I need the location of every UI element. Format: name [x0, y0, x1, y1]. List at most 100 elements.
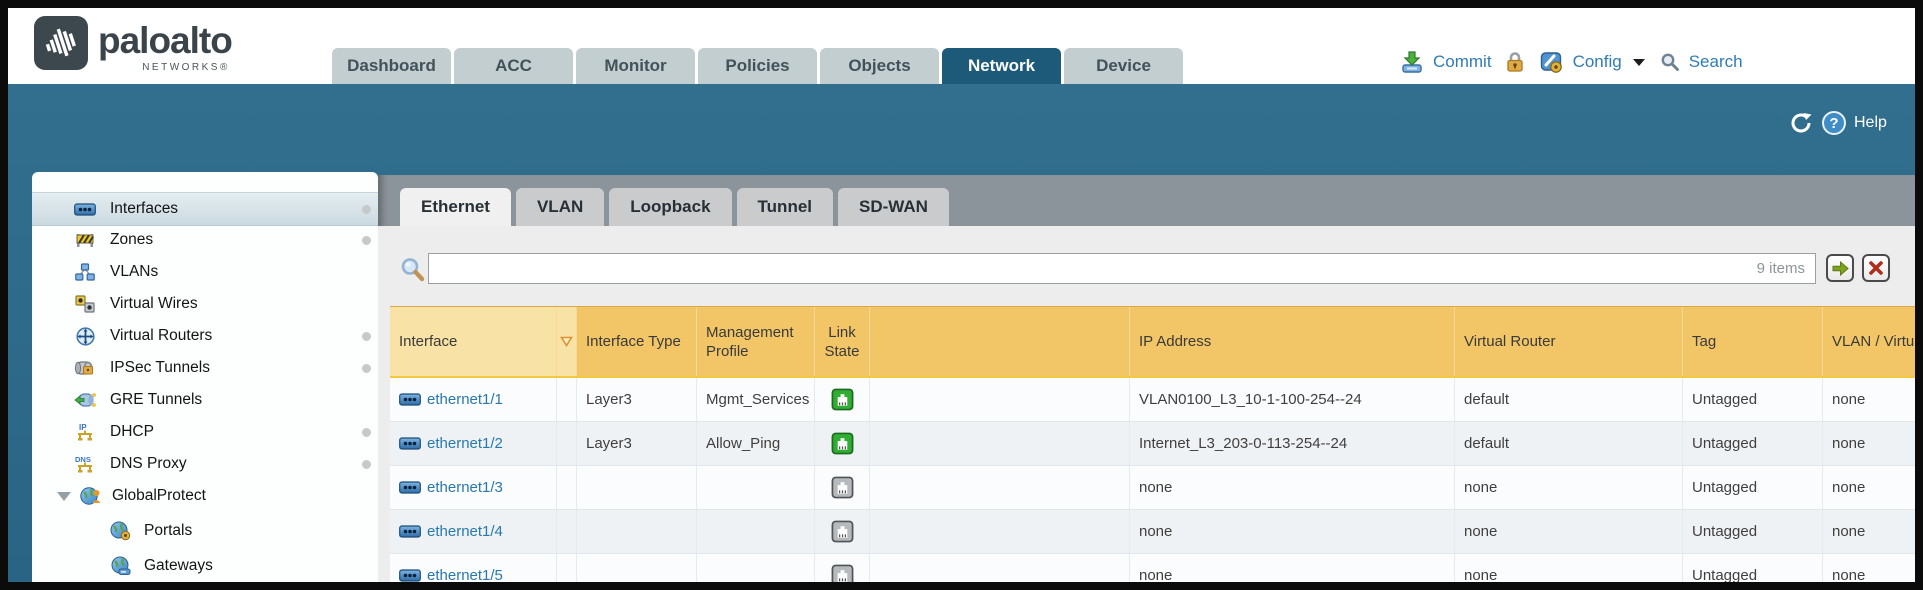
mgmt-profile-cell	[697, 466, 815, 509]
interface-link[interactable]: ethernet1/1	[427, 391, 503, 408]
link-state-icon	[831, 520, 854, 543]
interface-type-cell: Layer3	[577, 422, 697, 465]
subtab-sdwan[interactable]: SD-WAN	[838, 188, 949, 226]
config-button[interactable]: Config	[1573, 52, 1622, 72]
items-count: 9 items	[1757, 260, 1805, 277]
tab-acc[interactable]: ACC	[454, 48, 573, 84]
search-button[interactable]: Search	[1689, 52, 1743, 72]
tab-network[interactable]: Network	[942, 48, 1061, 84]
interface-cell: ethernet1/3	[390, 466, 557, 509]
subtab-vlan[interactable]: VLAN	[516, 188, 604, 226]
sort-cell	[557, 378, 577, 421]
page: paloalto NETWORKS® Dashboard ACC Monitor…	[8, 8, 1915, 582]
table-header-row: Interface Interface Type Management Prof…	[390, 306, 1915, 378]
tab-policies[interactable]: Policies	[698, 48, 817, 84]
gre-tunnels-icon	[74, 390, 96, 410]
virtual-router-cell: default	[1455, 422, 1683, 465]
column-sort-dropdown[interactable]	[557, 307, 577, 376]
main-content: Ethernet VLAN Loopback Tunnel SD-WAN 9 i…	[378, 175, 1915, 582]
status-dot	[362, 460, 371, 469]
sort-cell	[557, 554, 577, 582]
mgmt-profile-cell	[697, 510, 815, 553]
sidebar-item-interfaces[interactable]: Interfaces	[32, 192, 378, 226]
refresh-icon[interactable]	[1788, 110, 1814, 136]
link-state-icon	[831, 388, 854, 411]
sidebar-label: IPSec Tunnels	[110, 359, 210, 377]
filter-input[interactable]	[433, 256, 1727, 282]
subtab-tunnel[interactable]: Tunnel	[737, 188, 833, 226]
interface-link[interactable]: ethernet1/3	[427, 479, 503, 496]
red-x-icon	[1869, 261, 1883, 275]
tag-cell: Untagged	[1683, 422, 1823, 465]
sidebar-item-vlans[interactable]: VLANs	[32, 256, 378, 288]
sidebar-label: Portals	[144, 522, 192, 540]
interface-link[interactable]: ethernet1/5	[427, 567, 503, 582]
sidebar-item-gre-tunnels[interactable]: GRE Tunnels	[32, 384, 378, 416]
apply-filter-button[interactable]	[1826, 254, 1854, 282]
ipsec-tunnels-icon	[74, 358, 96, 378]
brand-subtitle: NETWORKS®	[142, 62, 230, 73]
svg-text:DNS: DNS	[75, 455, 91, 464]
table-row: ethernet1/5 none none Untagged none	[390, 554, 1915, 582]
ip-address-cell: none	[1130, 554, 1455, 582]
sort-cell	[557, 466, 577, 509]
sidebar-item-gateways[interactable]: Gateways	[32, 550, 378, 582]
column-header-ip-address[interactable]: IP Address	[1130, 307, 1455, 376]
clear-filter-button[interactable]	[1862, 254, 1890, 282]
expander-triangle-icon[interactable]	[57, 492, 71, 501]
vlan-wire-cell: none	[1823, 466, 1915, 509]
column-header-link-state[interactable]: Link State	[815, 307, 870, 376]
help-icon[interactable]: ?	[1822, 111, 1846, 135]
interface-icon	[399, 525, 421, 538]
interface-link[interactable]: ethernet1/4	[427, 523, 503, 540]
ip-address-cell: Internet_L3_203-0-113-254--24	[1130, 422, 1455, 465]
virtual-router-cell: none	[1455, 554, 1683, 582]
help-label[interactable]: Help	[1854, 114, 1887, 132]
column-header-management-profile[interactable]: Management Profile	[697, 307, 815, 376]
tab-monitor[interactable]: Monitor	[576, 48, 695, 84]
top-header-bar: paloalto NETWORKS® Dashboard ACC Monitor…	[8, 8, 1915, 84]
column-header-tag[interactable]: Tag	[1683, 307, 1823, 376]
sidebar-item-virtual-wires[interactable]: Virtual Wires	[32, 288, 378, 320]
dns-proxy-icon: DNS	[74, 454, 96, 474]
lock-icon[interactable]	[1505, 51, 1525, 73]
sidebar-item-portals[interactable]: Portals	[32, 515, 378, 547]
sidebar-item-ipsec-tunnels[interactable]: IPSec Tunnels	[32, 352, 378, 384]
interface-type-cell	[577, 466, 697, 509]
tab-dashboard[interactable]: Dashboard	[332, 48, 451, 84]
interface-type-cell: Layer3	[577, 378, 697, 421]
virtual-routers-icon	[74, 326, 96, 346]
column-header-interface[interactable]: Interface	[390, 307, 557, 376]
status-dot	[362, 332, 371, 341]
portals-icon	[109, 521, 131, 541]
chevron-down-icon[interactable]	[1633, 59, 1645, 66]
sidebar-item-dns-proxy[interactable]: DNS DNS Proxy	[32, 448, 378, 480]
tab-objects[interactable]: Objects	[820, 48, 939, 84]
sidebar-item-zones[interactable]: Zones	[32, 224, 378, 256]
tab-device[interactable]: Device	[1064, 48, 1183, 84]
status-dot	[362, 236, 371, 245]
column-header-virtual-router[interactable]: Virtual Router	[1455, 307, 1683, 376]
commit-button[interactable]: Commit	[1433, 52, 1492, 72]
vlan-wire-cell: none	[1823, 378, 1915, 421]
subtab-ethernet[interactable]: Ethernet	[400, 188, 511, 226]
vlan-wire-cell: none	[1823, 510, 1915, 553]
spacer-cell	[870, 378, 1130, 421]
config-icon	[1540, 50, 1564, 74]
link-state-cell	[815, 510, 870, 553]
sidebar-item-globalprotect[interactable]: GlobalProtect	[32, 480, 378, 512]
sidebar-label: GRE Tunnels	[110, 391, 202, 409]
globalprotect-icon	[80, 486, 102, 506]
vlan-wire-cell: none	[1823, 554, 1915, 582]
column-header-interface-type[interactable]: Interface Type	[577, 307, 697, 376]
sidebar-item-dhcp[interactable]: IP DHCP	[32, 416, 378, 448]
app-window: paloalto NETWORKS® Dashboard ACC Monitor…	[0, 0, 1923, 590]
sidebar-item-virtual-routers[interactable]: Virtual Routers	[32, 320, 378, 352]
interface-icon	[399, 569, 421, 582]
spacer-cell	[870, 422, 1130, 465]
column-header-vlan-wire[interactable]: VLAN / Virtual Wire	[1823, 307, 1915, 376]
interface-link[interactable]: ethernet1/2	[427, 435, 503, 452]
virtual-router-cell: default	[1455, 378, 1683, 421]
subtab-loopback[interactable]: Loopback	[609, 188, 731, 226]
interfaces-icon	[74, 199, 96, 219]
